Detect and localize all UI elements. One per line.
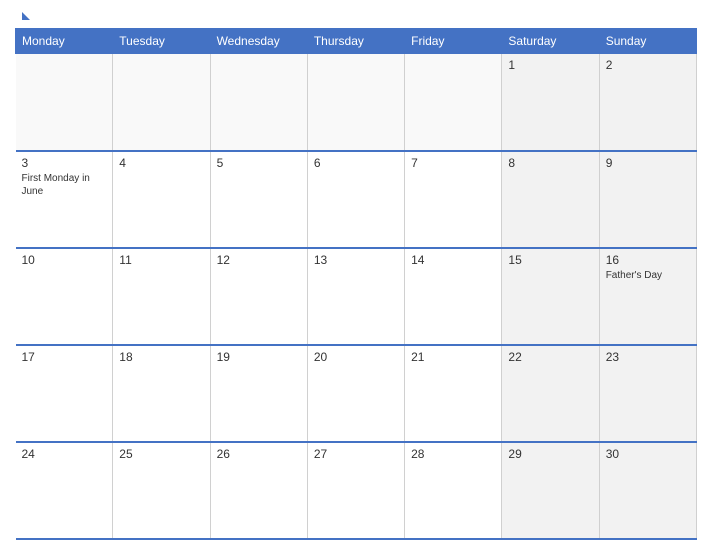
day-number: 27 [314, 447, 398, 461]
calendar-cell: 21 [405, 345, 502, 442]
calendar-table: MondayTuesdayWednesdayThursdayFridaySatu… [15, 28, 697, 540]
day-number: 4 [119, 156, 203, 170]
logo-triangle-icon [22, 12, 30, 20]
day-number: 10 [22, 253, 107, 267]
calendar-cell: 2 [599, 54, 696, 151]
day-number: 21 [411, 350, 495, 364]
calendar-cell: 6 [307, 151, 404, 248]
calendar-cell [405, 54, 502, 151]
calendar-cell [16, 54, 113, 151]
calendar-cell: 28 [405, 442, 502, 539]
calendar-cell: 11 [113, 248, 210, 345]
calendar-cell: 17 [16, 345, 113, 442]
calendar-cell [307, 54, 404, 151]
calendar-cell: 12 [210, 248, 307, 345]
event-text: Father's Day [606, 269, 690, 282]
calendar-cell: 7 [405, 151, 502, 248]
calendar-cell: 1 [502, 54, 599, 151]
calendar-week-4: 17 18 19 20 21 22 23 [16, 345, 697, 442]
day-number: 8 [508, 156, 592, 170]
calendar-cell: 8 [502, 151, 599, 248]
calendar-week-3: 10 11 12 13 14 15 16 Father's Day [16, 248, 697, 345]
day-number: 14 [411, 253, 495, 267]
calendar-week-1: 12 [16, 54, 697, 151]
page-wrapper: MondayTuesdayWednesdayThursdayFridaySatu… [0, 0, 712, 550]
day-header-monday: Monday [16, 29, 113, 54]
day-number: 6 [314, 156, 398, 170]
calendar-cell: 9 [599, 151, 696, 248]
day-header-wednesday: Wednesday [210, 29, 307, 54]
calendar-cell: 3 First Monday in June [16, 151, 113, 248]
calendar-cell: 19 [210, 345, 307, 442]
calendar-cell: 10 [16, 248, 113, 345]
day-header-saturday: Saturday [502, 29, 599, 54]
day-number: 29 [508, 447, 592, 461]
calendar-cell: 24 [16, 442, 113, 539]
day-number: 1 [508, 58, 592, 72]
day-number: 18 [119, 350, 203, 364]
logo [20, 10, 30, 20]
day-number: 19 [217, 350, 301, 364]
calendar-cell: 25 [113, 442, 210, 539]
calendar-cell: 18 [113, 345, 210, 442]
day-number: 22 [508, 350, 592, 364]
calendar-cell: 4 [113, 151, 210, 248]
calendar-cell: 20 [307, 345, 404, 442]
day-header-friday: Friday [405, 29, 502, 54]
day-number: 9 [606, 156, 690, 170]
calendar-cell [210, 54, 307, 151]
day-number: 2 [606, 58, 690, 72]
day-number: 24 [22, 447, 107, 461]
day-number: 11 [119, 253, 203, 267]
calendar-cell: 13 [307, 248, 404, 345]
day-number: 28 [411, 447, 495, 461]
day-header-tuesday: Tuesday [113, 29, 210, 54]
day-number: 3 [22, 156, 107, 170]
day-number: 12 [217, 253, 301, 267]
calendar-cell: 5 [210, 151, 307, 248]
day-number: 30 [606, 447, 690, 461]
day-header-sunday: Sunday [599, 29, 696, 54]
calendar-week-2: 3 First Monday in June 456789 [16, 151, 697, 248]
calendar-cell: 22 [502, 345, 599, 442]
day-number: 17 [22, 350, 107, 364]
day-header-thursday: Thursday [307, 29, 404, 54]
header [15, 10, 697, 20]
day-number: 23 [606, 350, 690, 364]
calendar-cell: 29 [502, 442, 599, 539]
calendar-cell: 26 [210, 442, 307, 539]
day-number: 26 [217, 447, 301, 461]
day-number: 25 [119, 447, 203, 461]
day-number: 20 [314, 350, 398, 364]
day-number: 16 [606, 253, 690, 267]
calendar-cell: 27 [307, 442, 404, 539]
calendar-cell: 15 [502, 248, 599, 345]
days-of-week-row: MondayTuesdayWednesdayThursdayFridaySatu… [16, 29, 697, 54]
event-text: First Monday in June [22, 172, 107, 198]
day-number: 5 [217, 156, 301, 170]
calendar-cell: 30 [599, 442, 696, 539]
calendar-cell: 23 [599, 345, 696, 442]
calendar-week-5: 24 25 26 27 28 29 30 [16, 442, 697, 539]
calendar-cell: 14 [405, 248, 502, 345]
day-number: 13 [314, 253, 398, 267]
calendar-cell: 16 Father's Day [599, 248, 696, 345]
day-number: 7 [411, 156, 495, 170]
calendar-cell [113, 54, 210, 151]
day-number: 15 [508, 253, 592, 267]
